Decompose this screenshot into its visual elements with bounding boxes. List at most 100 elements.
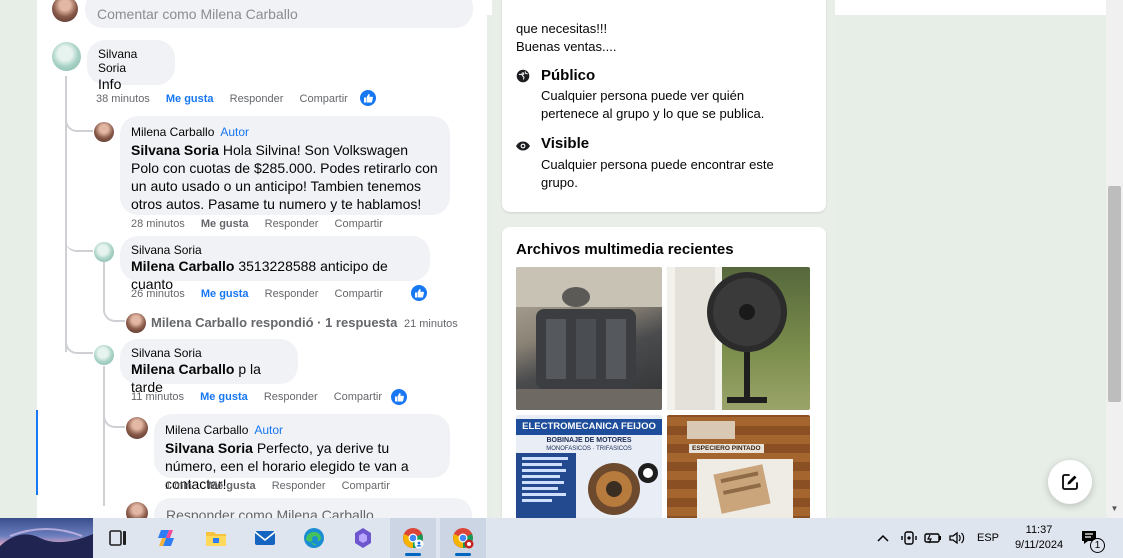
share-button[interactable]: Compartir [335, 288, 383, 300]
view-replies-link[interactable]: Milena Carballo respondió · 1 respuesta … [151, 315, 458, 330]
visibility-text: Cualquier persona puede encontrar este g… [541, 157, 774, 190]
comment-author[interactable]: Silvana Soria [98, 47, 163, 75]
compose-icon [1062, 474, 1078, 490]
product-photo [687, 421, 793, 523]
comment-mention[interactable]: Silvana Soria [165, 440, 253, 456]
comment-time[interactable]: 1 min [165, 480, 192, 492]
chrome-profile-icon[interactable] [401, 526, 425, 550]
comment-time[interactable]: 11 minutos [131, 391, 184, 403]
scroll-down-arrow-icon[interactable]: ▼ [1108, 503, 1121, 515]
like-button[interactable]: Me gusta [201, 288, 249, 300]
clock[interactable]: 11:37 9/11/2024 [1006, 518, 1072, 558]
battery-icon[interactable] [924, 518, 944, 558]
share-button[interactable]: Compartir [334, 391, 382, 403]
file-explorer-icon[interactable] [204, 526, 228, 550]
current-user-avatar[interactable] [52, 0, 78, 22]
comment-time[interactable]: 28 minutos [131, 218, 185, 230]
like-reaction-icon[interactable] [411, 285, 427, 301]
comment-mention[interactable]: Milena Carballo [131, 361, 234, 377]
share-button[interactable]: Compartir [342, 480, 390, 492]
clock-time: 11:37 [1025, 524, 1053, 536]
reply-button[interactable]: Responder [230, 93, 284, 105]
comment-time[interactable]: 38 minutos [96, 93, 150, 105]
media-thumbnail[interactable]: ELECTROMECANICA FEIJOO BOBINAJE DE MOTOR… [516, 415, 662, 525]
reply-button[interactable]: Responder [272, 480, 326, 492]
like-button[interactable]: Me gusta [208, 480, 256, 492]
avatar[interactable] [52, 42, 81, 71]
description-line: Buenas ventas.... [516, 39, 617, 54]
share-button[interactable]: Compartir [300, 93, 348, 105]
like-button[interactable]: Me gusta [200, 391, 248, 403]
notification-count: 1 [1090, 538, 1105, 553]
new-message-button[interactable] [1048, 460, 1092, 504]
mail-icon[interactable] [253, 526, 277, 550]
avatar[interactable] [94, 122, 114, 142]
volume-icon[interactable] [948, 518, 968, 558]
desktop-wallpaper-thumbnail[interactable] [0, 518, 93, 558]
comment-bubble: Milena Carballo Autor Silvana Soria Hola … [120, 116, 450, 215]
meet-now-icon[interactable] [900, 518, 920, 558]
motor-photo [516, 267, 662, 410]
like-button[interactable]: Me gusta [201, 218, 249, 230]
comment-mention[interactable]: Milena Carballo [131, 258, 234, 274]
privacy-text: Cualquier persona puede ver quién perten… [541, 88, 765, 121]
scrollbar-thumb[interactable] [1108, 186, 1121, 402]
comment-author[interactable]: Milena Carballo [165, 423, 248, 437]
about-card: que necesitas!!! Buenas ventas.... Públi… [502, 0, 826, 212]
comment-time[interactable]: 26 minutos [131, 288, 185, 300]
comment-text: Silvana Soria Hola Silvina! Son Volkswag… [131, 141, 438, 213]
notification-center-icon[interactable]: 1 [1080, 518, 1110, 558]
reply-button[interactable]: Responder [265, 218, 319, 230]
copilot-app-icon[interactable] [351, 526, 375, 550]
avatar[interactable] [126, 313, 146, 333]
facebook-group-page: Comentar como Milena Carballo Silvana So… [0, 0, 1123, 532]
avatar[interactable] [94, 242, 114, 262]
media-card: Archivos multimedia recientes ELECTROMEC… [502, 227, 826, 527]
comment-text: Info [98, 76, 122, 92]
comment-bubble: Silvana Soria Milena Carballo p la tarde [120, 339, 298, 395]
like-reaction-icon[interactable] [360, 90, 376, 106]
share-button[interactable]: Compartir [335, 218, 383, 230]
view-replies-time: 21 minutos [403, 318, 458, 330]
thread-connector [65, 338, 93, 354]
group-sidebar: que necesitas!!! Buenas ventas.... Públi… [492, 0, 835, 527]
media-thumbnail[interactable]: ESPECIERO PINTADO [667, 415, 810, 525]
flyer-graphic [516, 453, 658, 525]
comment-input[interactable]: Comentar como Milena Carballo [85, 0, 473, 28]
comment-author[interactable]: Milena Carballo [131, 125, 214, 139]
edge-icon[interactable] [302, 526, 326, 550]
active-indicator [405, 553, 421, 556]
thread-line [103, 366, 105, 506]
media-thumbnail[interactable] [516, 267, 662, 410]
avatar[interactable] [94, 345, 114, 365]
language-indicator[interactable]: ESP [977, 518, 1007, 558]
eye-icon [515, 139, 531, 157]
comment-author[interactable]: Silvana Soria [131, 346, 286, 360]
flyer-banner: ELECTROMECANICA FEIJOO [516, 419, 662, 435]
comment-actions: 1 min Me gusta Responder Compartir [165, 480, 403, 492]
chrome-icon[interactable] [451, 526, 475, 550]
taskbar: ESP 11:37 9/11/2024 1 [0, 518, 1123, 558]
thread-connector [65, 238, 93, 252]
description-line: que necesitas!!! [516, 21, 608, 36]
like-reaction-icon[interactable] [391, 389, 407, 405]
comment-mention[interactable]: Silvana Soria [131, 142, 219, 158]
media-title: Archivos multimedia recientes [516, 241, 734, 258]
landscape-icon [0, 528, 93, 558]
task-view-icon[interactable] [106, 526, 130, 550]
reply-button[interactable]: Responder [264, 391, 318, 403]
like-button[interactable]: Me gusta [166, 93, 214, 105]
comment-author[interactable]: Silvana Soria [131, 243, 418, 257]
copilot-icon[interactable] [155, 526, 179, 550]
flyer-subtitle-2: MONOFASICOS · TRIFASICOS [546, 446, 632, 452]
group-description: que necesitas!!! Buenas ventas.... [516, 20, 816, 56]
avatar[interactable] [126, 417, 148, 439]
thread-connector [65, 110, 93, 132]
tray-chevron-icon[interactable] [876, 518, 894, 558]
reply-button[interactable]: Responder [265, 288, 319, 300]
visibility-title: Visible [541, 135, 590, 152]
author-badge: Autor [254, 423, 284, 437]
comment-actions: 11 minutos Me gusta Responder Compartir [131, 391, 395, 403]
author-badge: Autor [220, 125, 250, 139]
media-thumbnail[interactable] [667, 267, 810, 410]
